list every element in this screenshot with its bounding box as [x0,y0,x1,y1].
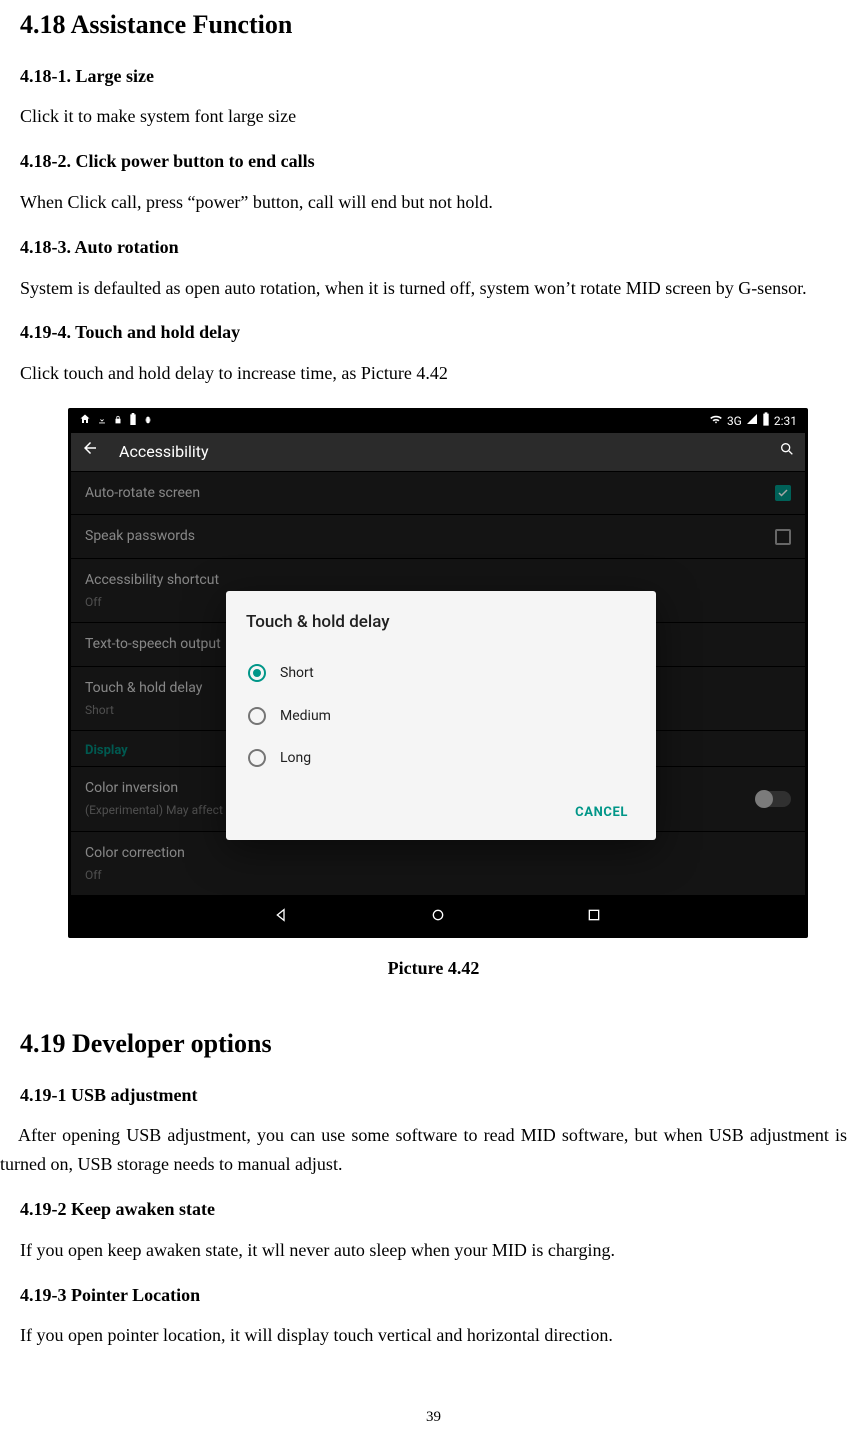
heading-4-19-4: 4.19-4. Touch and hold delay [20,318,847,347]
dialog-title: Touch & hold delay [246,609,636,636]
figure-4-42: 3G 2:31 Accessibility [68,408,847,938]
row-label: Touch & hold delay [85,677,202,699]
row-label: Color correction [85,842,185,864]
search-icon[interactable] [779,439,795,465]
row-label: Accessibility shortcut [85,569,219,591]
para-4-18-2: When Click call, press “power” button, c… [20,188,847,217]
page-number: 39 [0,1405,867,1429]
para-4-19-2: If you open keep awaken state, it wll ne… [20,1236,847,1265]
row-sublabel: Off [85,866,185,885]
row-speak-passwords[interactable]: Speak passwords [71,514,805,557]
para-4-19-1: After opening USB adjustment, you can us… [0,1121,867,1179]
back-button[interactable] [81,439,99,465]
radio-option-medium[interactable]: Medium [246,695,636,737]
bug-icon [143,412,153,431]
checkbox-checked-icon[interactable] [775,485,791,501]
row-sublabel: Off [85,593,219,612]
settings-list: Auto-rotate screen Speak passwords Acces… [71,471,805,895]
row-label: Auto-rotate screen [85,482,200,504]
radio-unselected-icon [248,707,266,725]
para-4-18-1: Click it to make system font large size [20,102,847,131]
radio-option-long[interactable]: Long [246,737,636,779]
nav-back-icon[interactable] [274,907,290,923]
radio-label: Medium [280,705,331,727]
heading-4-19-3: 4.19-3 Pointer Location [20,1281,847,1310]
row-auto-rotate[interactable]: Auto-rotate screen [71,471,805,514]
battery-mini-icon [129,412,137,431]
heading-4-18-1: 4.18-1. Large size [20,62,847,91]
home-icon [79,412,91,431]
para-4-18-3: System is defaulted as open auto rotatio… [20,274,847,303]
status-bar: 3G 2:31 [71,411,805,433]
checkbox-unchecked-icon[interactable] [775,529,791,545]
para-4-19-3: If you open pointer location, it will di… [20,1321,847,1350]
row-sublabel: Short [85,701,202,720]
heading-4-18: 4.18 Assistance Function [20,4,847,46]
screenshot-accessibility: 3G 2:31 Accessibility [68,408,808,938]
figure-caption: Picture 4.42 [20,954,847,983]
radio-label: Long [280,747,311,769]
nav-bar [71,895,805,935]
row-label: Text-to-speech output [85,633,221,655]
toggle-switch[interactable] [757,791,791,807]
heading-4-19: 4.19 Developer options [20,1023,847,1065]
nav-recents-icon[interactable] [586,907,602,923]
radio-label: Short [280,662,314,684]
cancel-button[interactable]: CANCEL [567,797,636,830]
radio-option-short[interactable]: Short [246,652,636,694]
radio-selected-icon [248,664,266,682]
heading-4-18-3: 4.18-3. Auto rotation [20,233,847,262]
battery-icon [762,412,770,432]
para-4-19-4: Click touch and hold delay to increase t… [20,359,847,388]
network-3g-label: 3G [727,412,742,431]
wifi-icon [709,412,723,431]
appbar-title: Accessibility [119,439,209,465]
radio-unselected-icon [248,749,266,767]
row-label: Speak passwords [85,525,195,547]
nav-home-icon[interactable] [430,907,446,923]
heading-4-19-2: 4.19-2 Keep awaken state [20,1195,847,1224]
download-icon [97,412,107,431]
row-color-correction[interactable]: Color correction Off [71,831,805,896]
lock-icon [113,412,123,431]
heading-4-19-1: 4.19-1 USB adjustment [20,1081,847,1110]
status-clock: 2:31 [774,412,797,431]
signal-icon [746,412,758,431]
dialog-touch-hold-delay: Touch & hold delay Short Medium Long [226,591,656,840]
app-bar: Accessibility [71,433,805,471]
heading-4-18-2: 4.18-2. Click power button to end calls [20,147,847,176]
